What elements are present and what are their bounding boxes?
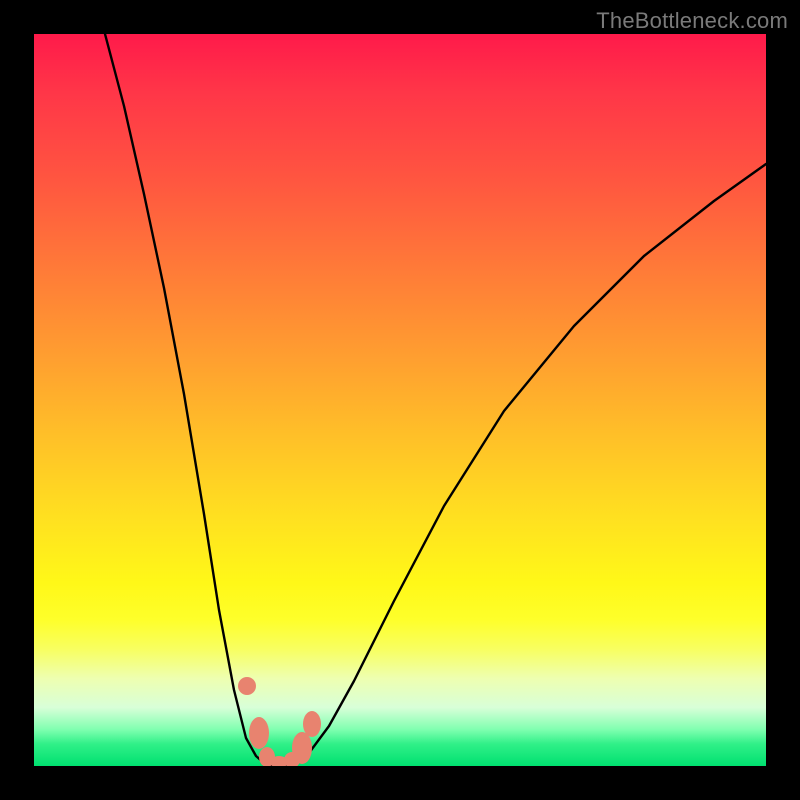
curve-path (105, 34, 766, 766)
curve-marker (238, 677, 256, 695)
watermark-text: TheBottleneck.com (596, 8, 788, 34)
bottleneck-curve (34, 34, 766, 766)
curve-marker (303, 711, 321, 737)
plot-frame (34, 34, 766, 766)
curve-marker (249, 717, 269, 749)
curve-marker (292, 732, 312, 764)
